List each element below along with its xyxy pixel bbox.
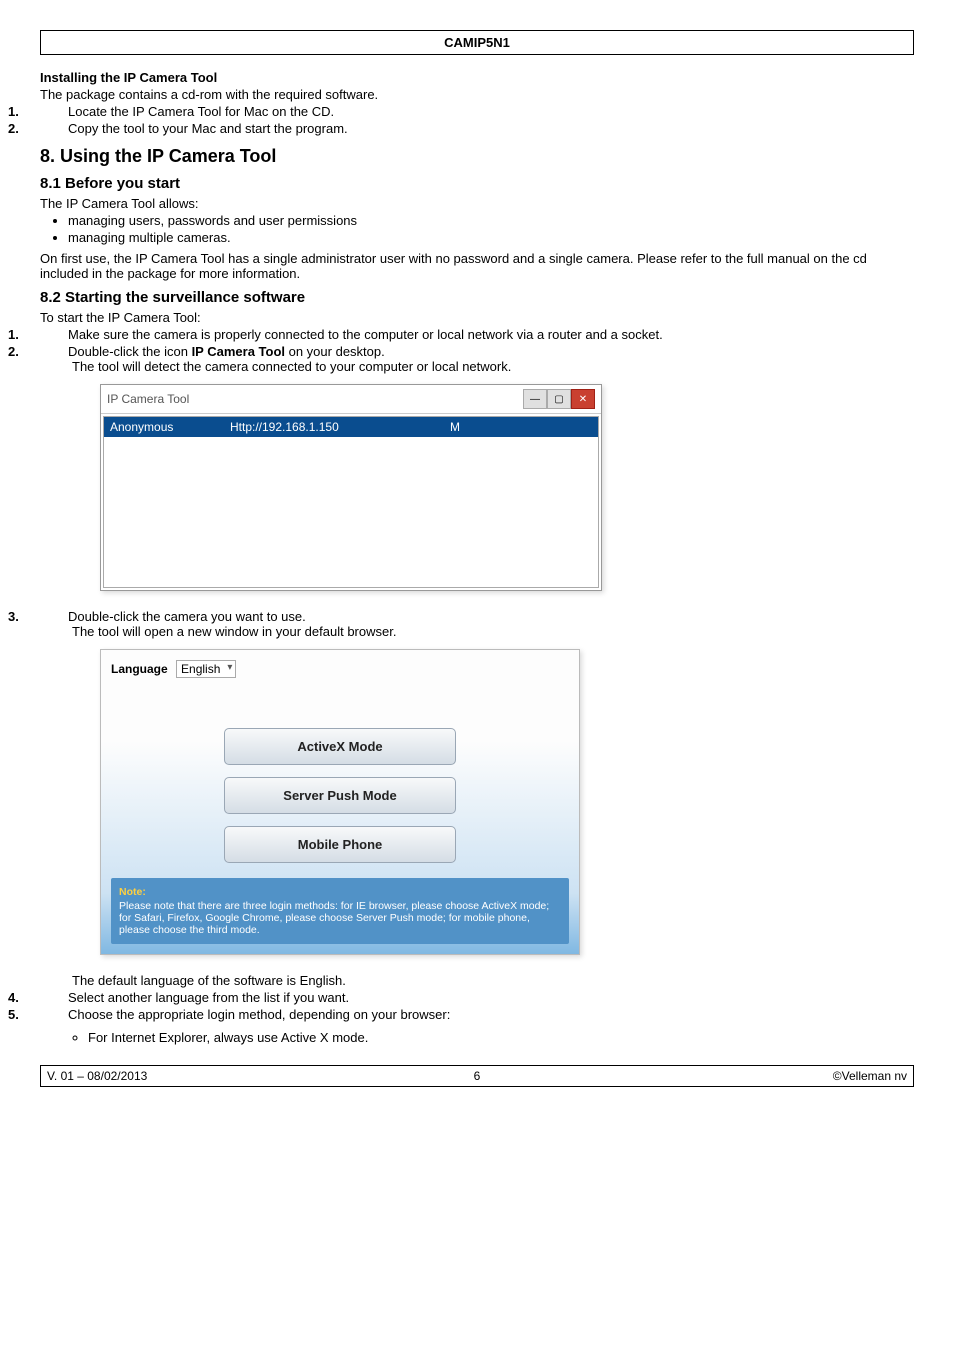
s82-step-2-text-b: on your desktop.: [285, 344, 385, 359]
s81-bullet-1: managing users, passwords and user permi…: [68, 213, 914, 228]
install-step-1-text: Locate the IP Camera Tool for Mac on the…: [68, 104, 334, 119]
s82-step-2-text-a: Double-click the icon: [68, 344, 192, 359]
note-title: Note:: [119, 886, 561, 898]
footer-left: V. 01 – 08/02/2013: [47, 1069, 334, 1083]
window-title: IP Camera Tool: [107, 392, 189, 406]
s82-step-2: 2.Double-click the icon IP Camera Tool o…: [40, 344, 914, 374]
note-box: Note: Please note that there are three l…: [111, 878, 569, 944]
after-login-text: The default language of the software is …: [72, 973, 914, 988]
login-window: Language English ActiveX Mode Server Pus…: [100, 649, 580, 955]
footer: V. 01 – 08/02/2013 6 ©Velleman nv: [40, 1065, 914, 1087]
s82-step-2-bold: IP Camera Tool: [192, 344, 285, 359]
mobile-phone-button[interactable]: Mobile Phone: [224, 826, 456, 863]
language-row: Language English: [111, 660, 569, 678]
window-body: Anonymous Http://192.168.1.150 M: [103, 416, 599, 588]
s82-step-2-sub: The tool will detect the camera connecte…: [72, 359, 511, 374]
footer-page-number: 6: [334, 1069, 621, 1083]
note-body: Please note that there are three login m…: [119, 900, 549, 936]
install-intro: The package contains a cd-rom with the r…: [40, 87, 914, 102]
footer-right: ©Velleman nv: [620, 1069, 907, 1083]
s82-step-3-text: Double-click the camera you want to use.: [68, 609, 306, 624]
install-step-2: 2.Copy the tool to your Mac and start th…: [40, 121, 914, 136]
close-button[interactable]: ✕: [571, 389, 595, 409]
s82-step-3: 3.Double-click the camera you want to us…: [40, 609, 914, 639]
s82-step-5-sub: For Internet Explorer, always use Active…: [88, 1030, 914, 1045]
language-select[interactable]: English: [176, 660, 236, 678]
s82-step-4-text: Select another language from the list if…: [68, 990, 349, 1005]
section-8-heading: 8. Using the IP Camera Tool: [40, 146, 914, 167]
section-8-1-intro: The IP Camera Tool allows:: [40, 196, 914, 211]
activex-mode-button[interactable]: ActiveX Mode: [224, 728, 456, 765]
server-push-mode-button[interactable]: Server Push Mode: [224, 777, 456, 814]
section-8-2-heading: 8.2 Starting the surveillance software: [40, 289, 914, 306]
maximize-button[interactable]: ▢: [547, 389, 571, 409]
s82-step-5: 5.Choose the appropriate login method, d…: [40, 1007, 914, 1022]
camera-row[interactable]: Anonymous Http://192.168.1.150 M: [104, 417, 598, 437]
minimize-button[interactable]: —: [523, 389, 547, 409]
section-8-1-heading: 8.1 Before you start: [40, 175, 914, 192]
s81-bullet-2: managing multiple cameras.: [68, 230, 914, 245]
s82-step-4: 4.Select another language from the list …: [40, 990, 914, 1005]
section-8-1-post: On first use, the IP Camera Tool has a s…: [40, 251, 914, 281]
s82-step-5-text: Choose the appropriate login method, dep…: [68, 1007, 450, 1022]
title-bar-buttons: — ▢ ✕: [523, 389, 595, 409]
s82-step-3-sub: The tool will open a new window in your …: [72, 624, 396, 639]
language-label: Language: [111, 662, 168, 676]
s82-step-1-text: Make sure the camera is properly connect…: [68, 327, 663, 342]
camera-flag: M: [450, 420, 480, 434]
camera-url: Http://192.168.1.150: [230, 420, 450, 434]
install-step-1: 1.Locate the IP Camera Tool for Mac on t…: [40, 104, 914, 119]
install-step-2-text: Copy the tool to your Mac and start the …: [68, 121, 348, 136]
doc-header: CAMIP5N1: [40, 30, 914, 55]
ip-camera-tool-window: IP Camera Tool — ▢ ✕ Anonymous Http://19…: [100, 384, 602, 591]
s82-step-1: 1.Make sure the camera is properly conne…: [40, 327, 914, 342]
title-bar: IP Camera Tool — ▢ ✕: [101, 385, 601, 414]
install-heading: Installing the IP Camera Tool: [40, 70, 914, 85]
camera-label: Anonymous: [110, 420, 230, 434]
section-8-2-intro: To start the IP Camera Tool:: [40, 310, 914, 325]
